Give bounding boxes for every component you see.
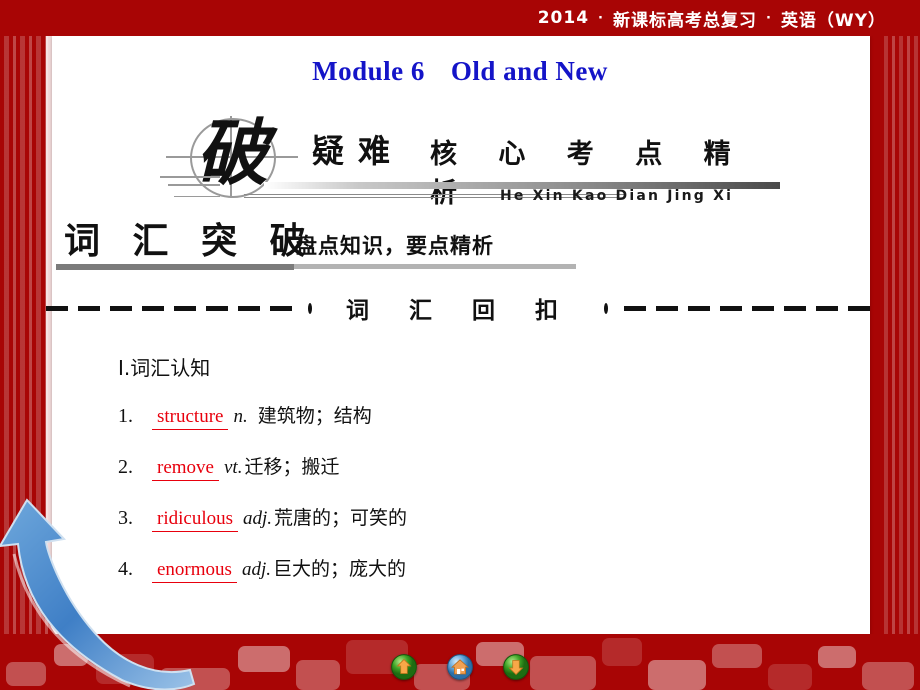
divider-dashes-left	[45, 305, 292, 311]
prev-page-button[interactable]	[391, 654, 417, 680]
vocabulary-list: Ⅰ.词汇认知 1. structure n. 建筑物；结构 2. remove …	[118, 352, 798, 605]
banner-side-rule-2	[168, 184, 220, 186]
banner-pinyin: He Xin Kao Dian Jing Xi	[500, 188, 734, 204]
home-button[interactable]	[447, 654, 473, 680]
section-title: 词 汇 突 破	[64, 221, 316, 262]
item-number: 2.	[118, 456, 133, 478]
answer-blank[interactable]: structure	[152, 406, 229, 430]
banner-side-rule-3	[174, 196, 220, 197]
frame-stripes-left	[0, 0, 52, 690]
section-underline-light	[294, 264, 576, 269]
section-subtitle: 盘点知识，要点精析	[296, 233, 494, 258]
header-subject: 新课标高考总复习	[612, 10, 757, 31]
definition: 荒唐的；可笑的	[274, 507, 408, 529]
slide-canvas: 2014 · 新课标高考总复习 · 英语（WY） Module 6 Old and…	[0, 0, 920, 690]
part-of-speech: adj.	[241, 559, 271, 580]
item-number: 3.	[118, 507, 133, 529]
page-title: Module 6 Old and New	[0, 56, 920, 87]
item-number: 4.	[118, 558, 133, 580]
section-header: 词 汇 突 破 盘点知识，要点精析	[56, 216, 616, 270]
definition: 建筑物；结构	[257, 405, 372, 427]
definition: 巨大的；庞大的	[272, 558, 406, 580]
part-of-speech: vt.	[223, 457, 243, 478]
header-separator-1: ·	[598, 10, 604, 26]
banner-word: 疑难	[312, 132, 405, 170]
answer-blank[interactable]: remove	[152, 457, 219, 481]
header-separator-2: ·	[765, 10, 772, 26]
header-edition: 英语（WY）	[780, 10, 886, 31]
divider-dashes-right	[624, 305, 871, 311]
header-year: 2014	[537, 8, 590, 28]
vocabulary-heading: Ⅰ.词汇认知	[118, 356, 211, 380]
answer-blank[interactable]: ridiculous	[152, 508, 238, 532]
navigation-buttons	[0, 650, 920, 684]
header-bar: 2014 · 新课标高考总复习 · 英语（WY）	[0, 0, 920, 36]
divider-label: 词 汇 回 扣	[345, 298, 575, 324]
module-title-text: Old and New	[450, 56, 608, 86]
divider-circle-right	[604, 302, 609, 314]
subsection-divider: 词 汇 回 扣	[45, 288, 871, 328]
answer-blank[interactable]: enormous	[152, 559, 237, 583]
definition: 迁移；搬迁	[244, 456, 340, 478]
frame-stripes-right	[880, 0, 920, 690]
next-page-button[interactable]	[503, 654, 529, 680]
list-item: 4. enormous adj. 巨大的；庞大的	[118, 554, 798, 583]
part-of-speech: adj.	[243, 508, 273, 529]
section-banner: 破 疑难 核 心 考 点 精 析 He Xin Kao Dian Jing Xi	[160, 111, 780, 209]
divider-circle-left	[307, 302, 312, 314]
part-of-speech: n.	[233, 406, 248, 427]
banner-side-rule-1	[160, 176, 220, 178]
list-item: 3. ridiculous adj. 荒唐的；可笑的	[118, 503, 798, 532]
module-label: Module 6	[312, 56, 425, 86]
item-number: 1.	[118, 405, 133, 427]
section-underline-dark	[56, 264, 294, 270]
list-item: 1. structure n. 建筑物；结构	[118, 401, 798, 430]
list-item: 2. remove vt. 迁移；搬迁	[118, 452, 798, 481]
